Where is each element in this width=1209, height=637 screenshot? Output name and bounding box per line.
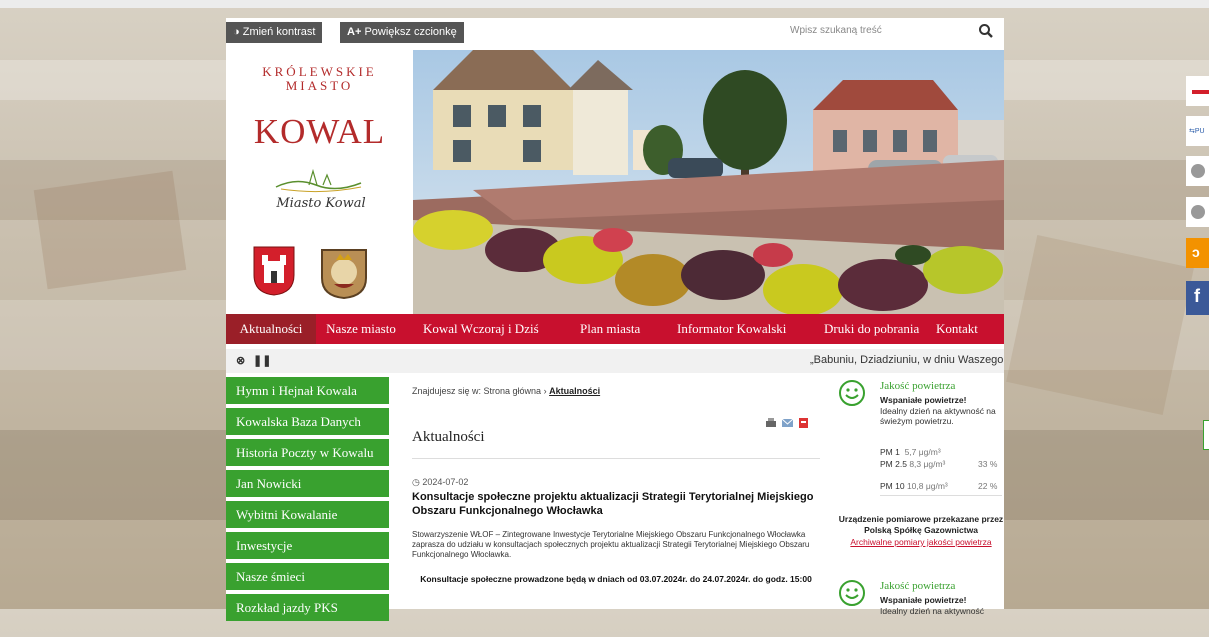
- nav-item-informator-kowalski[interactable]: Informator Kowalski: [677, 314, 786, 344]
- enlarge-font-label: Powiększ czcionkę: [364, 26, 457, 38]
- emblem-icon[interactable]: [1186, 156, 1209, 186]
- svg-text:Miasto Kowal: Miasto Kowal: [275, 196, 365, 211]
- search-box[interactable]: Wpisz szukaną treść: [786, 20, 1000, 44]
- nav-item-kontakt[interactable]: Kontakt: [936, 314, 978, 344]
- breadcrumb-current-link[interactable]: Aktualności: [549, 386, 600, 396]
- close-icon[interactable]: ⊗: [236, 354, 245, 367]
- nav-item-plan-miasta[interactable]: Plan miasta: [580, 314, 640, 344]
- news-ticker: ⊗ ❚❚ „Babuniu, Dziadziuniu, w dniu Wasze…: [226, 349, 1004, 373]
- email-icon[interactable]: [781, 418, 794, 427]
- logo-title: KOWAL: [253, 112, 386, 151]
- air-quality-widget: Jakość powietrza Wspaniałe powietrze! Id…: [838, 377, 1004, 557]
- sidebar-menu: Hymn i Hejnał Kowala Kowalska Baza Danyc…: [226, 377, 389, 625]
- sidebar-item-wybitni-kowalanie[interactable]: Wybitni Kowalanie: [226, 501, 389, 528]
- breadcrumb-prefix: Znajdujesz się w: Strona główna ›: [412, 386, 547, 396]
- contrast-icon: ◑: [233, 26, 240, 38]
- air-quality-title[interactable]: Jakość powietrza: [880, 380, 955, 392]
- font-size-icon: A+: [347, 26, 362, 38]
- rss-icon[interactable]: ↄ: [1186, 238, 1209, 268]
- seal-icon: [321, 249, 367, 300]
- page-container: ◑ Zmień kontrast A+ Powiększ czcionkę Wp…: [226, 18, 1004, 621]
- article-excerpt: Stowarzyszenie WŁOF – Zintegrowane Inwes…: [412, 530, 810, 559]
- article-highlight: Konsultacje społeczne prowadzone będą w …: [420, 574, 812, 584]
- sidebar-item-inwestycje[interactable]: Inwestycje: [226, 532, 389, 559]
- browser-top-band: [0, 0, 1209, 8]
- epuap-icon[interactable]: ⇆PU: [1186, 116, 1209, 146]
- air-quality-widget-2: Jakość powietrza Wspaniałe powietrze! Id…: [838, 577, 1004, 637]
- clock-icon: ◷: [412, 477, 420, 487]
- logo-subtitle: KRÓLEWSKIE MIASTO: [262, 64, 377, 93]
- smiley-icon: [839, 380, 865, 406]
- air-quality-title[interactable]: Jakość powietrza: [880, 580, 955, 592]
- emblem-icon-2[interactable]: [1186, 197, 1209, 227]
- air-quality-description: Idealny dzień na aktywność: [880, 606, 984, 616]
- accessibility-toolbar: ◑ Zmień kontrast A+ Powiększ czcionkę Wp…: [226, 18, 1004, 46]
- nav-item-aktualnosci[interactable]: Aktualności: [226, 314, 316, 344]
- ticker-text[interactable]: „Babuniu, Dziadziuniu, w dniu Waszego ś: [810, 354, 1004, 366]
- pm25-reading: PM 2.5 8,3 μg/m³ 33 %: [880, 459, 998, 469]
- sidebar-item-baza-danych[interactable]: Kowalska Baza Danych: [226, 408, 389, 435]
- air-quality-sponsor-note: Urządzenie pomiarowe przekazane przez Po…: [838, 514, 1004, 535]
- divider: [880, 495, 1002, 496]
- contrast-button[interactable]: ◑ Zmień kontrast: [226, 22, 323, 43]
- miasto-kowal-logo: Miasto Kowal: [275, 168, 366, 211]
- article-date: ◷ 2024-07-02: [412, 477, 469, 487]
- sidebar-item-hymn[interactable]: Hymn i Hejnał Kowala: [226, 377, 389, 404]
- nav-item-kowal-wczoraj-i-dzis[interactable]: Kowal Wczoraj i Dziś: [423, 314, 539, 344]
- search-input[interactable]: Wpisz szukaną treść: [790, 25, 882, 36]
- divider: [412, 458, 820, 459]
- pm1-reading: PM 1 5,7 μg/m³: [880, 447, 941, 457]
- sidebar-item-jan-nowicki[interactable]: Jan Nowicki: [226, 470, 389, 497]
- page-tools: [766, 418, 808, 428]
- sidebar-item-historia-poczty[interactable]: Historia Poczty w Kowalu: [226, 439, 389, 466]
- sidebar-item-rozklad-pks[interactable]: Rozkład jazdy PKS: [226, 594, 389, 621]
- air-quality-description: Idealny dzień na aktywność na świeżym po…: [880, 406, 996, 426]
- article-title-link[interactable]: Konsultacje społeczne projektu aktualiza…: [412, 490, 820, 518]
- smiley-icon: [839, 580, 865, 606]
- nav-item-druki-do-pobrania[interactable]: Druki do pobrania: [824, 314, 919, 344]
- sidebar-item-nasze-smieci[interactable]: Nasze śmieci: [226, 563, 389, 590]
- bip-icon[interactable]: [1186, 76, 1209, 106]
- contrast-label: Zmień kontrast: [242, 26, 316, 38]
- logo-area[interactable]: KRÓLEWSKIE MIASTO KOWAL Miasto Kowal: [226, 50, 413, 314]
- side-tab[interactable]: [1203, 420, 1209, 450]
- main-navigation: Aktualności Nasze miasto Kowal Wczoraj i…: [226, 314, 1004, 344]
- page-title: Aktualności: [412, 429, 485, 445]
- search-icon[interactable]: [978, 23, 994, 39]
- air-quality-status: Wspaniałe powietrze!: [880, 595, 967, 605]
- air-quality-status: Wspaniałe powietrze!: [880, 395, 967, 405]
- header-photo: [413, 50, 1004, 314]
- pdf-icon[interactable]: [799, 418, 808, 428]
- pause-icon[interactable]: ❚❚: [253, 354, 271, 367]
- archive-measurements-link[interactable]: Archiwalne pomiary jakości powietrza: [838, 537, 1004, 547]
- nav-item-nasze-miasto[interactable]: Nasze miasto: [316, 314, 406, 344]
- coat-of-arms-icon: [253, 246, 295, 296]
- enlarge-font-button[interactable]: A+ Powiększ czcionkę: [340, 22, 464, 43]
- print-icon[interactable]: [766, 418, 776, 427]
- facebook-icon[interactable]: f: [1186, 281, 1209, 315]
- pm10-reading: PM 10 10,8 μg/m³ 22 %: [880, 481, 998, 491]
- breadcrumb: Znajdujesz się w: Strona główna › Aktual…: [412, 386, 600, 396]
